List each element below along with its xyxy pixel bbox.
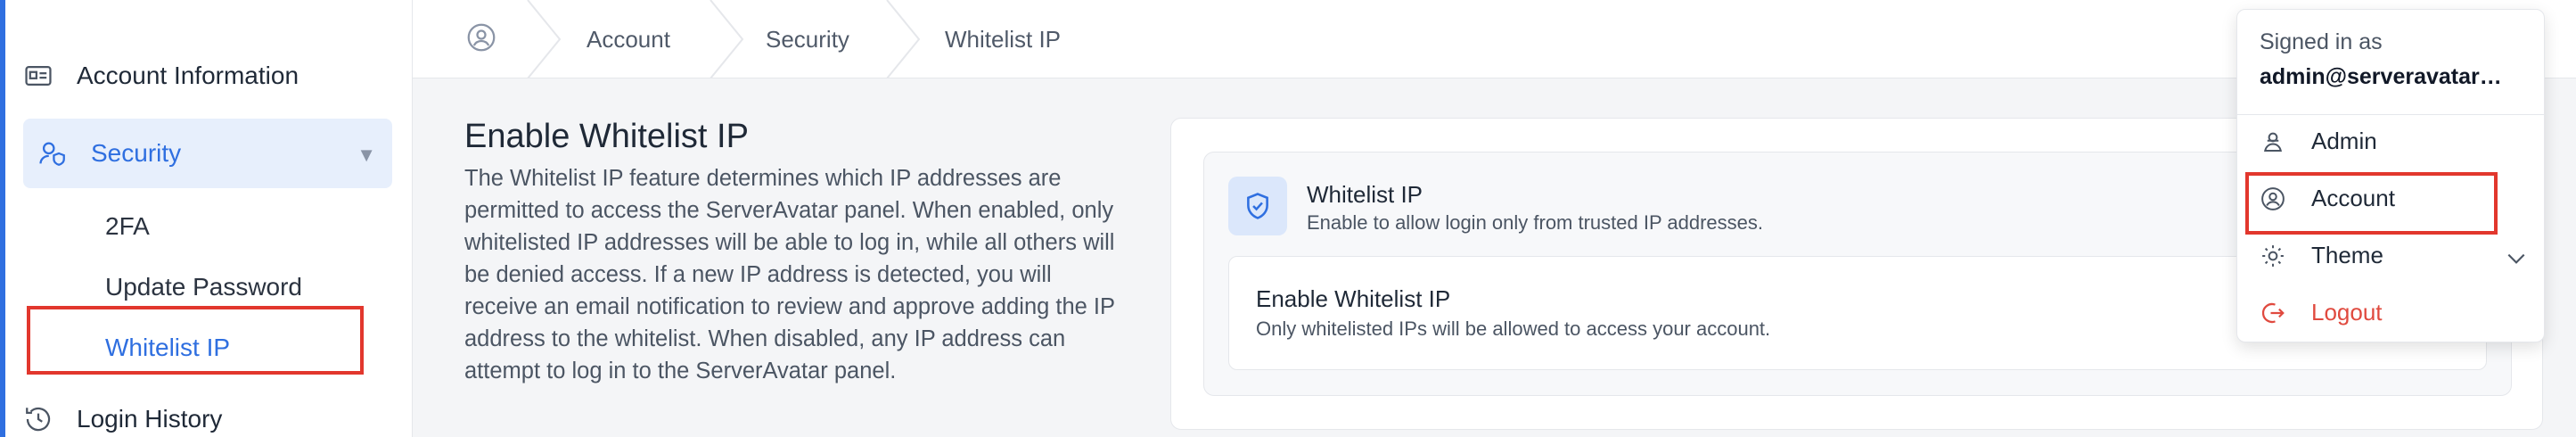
sidebar-item-label: Account Information [77,62,299,89]
shield-check-icon [1228,177,1287,235]
menu-item-admin[interactable]: Admin [2260,128,2377,155]
breadcrumb-separator-icon [527,0,562,78]
enable-whitelist-title: Enable Whitelist IP [1256,285,1451,312]
logout-icon [2261,302,2285,323]
user-circle-icon[interactable] [465,21,497,58]
sidebar-item-label: Security [91,139,182,167]
caret-down-icon[interactable]: ▼ [357,144,376,167]
breadcrumb-separator-icon [886,0,921,78]
sidebar-subitem-2fa[interactable]: 2FA [105,212,150,241]
breadcrumb-separator-icon [710,0,744,78]
highlight-box-whitelist-ip [27,306,364,375]
sun-icon [2262,244,2284,267]
whitelist-card-subtitle: Enable to allow login only from trusted … [1307,211,1763,234]
highlight-box-account [2245,172,2498,235]
whitelist-card-title: Whitelist IP [1307,181,1423,208]
signed-in-label: Signed in as [2260,29,2383,54]
menu-item-label: Logout [2311,299,2383,326]
menu-item-logout[interactable]: Logout [2260,299,2383,326]
sidebar-item-label: Login History [77,405,223,433]
chevron-down-icon[interactable] [2505,247,2528,270]
id-card-icon [25,65,52,87]
sidebar-item-login-history[interactable]: Login History [23,404,222,434]
menu-divider [2237,114,2544,115]
user-shield-icon [39,142,65,166]
breadcrumb-item-security[interactable]: Security [766,0,849,78]
menu-item-theme[interactable]: Theme [2260,242,2383,269]
enable-whitelist-subtitle: Only whitelisted IPs will be allowed to … [1256,317,1771,340]
sidebar-subitem-update-password[interactable]: Update Password [105,273,302,301]
page-description: The Whitelist IP feature determines whic… [464,166,1115,383]
breadcrumb-item-whitelist-ip: Whitelist IP [945,25,1062,53]
menu-item-label: Admin [2311,128,2377,154]
page-title: Enable Whitelist IP [464,118,749,155]
breadcrumb-item-account[interactable]: Account [587,0,670,78]
history-icon [26,407,51,432]
sidebar-item-security[interactable]: Security ▼ [23,119,392,188]
admin-icon [2264,132,2282,152]
sidebar-item-account-information[interactable]: Account Information [23,61,299,91]
signed-in-email: admin@serveravatar… [2260,64,2502,89]
menu-item-label: Theme [2311,242,2383,268]
